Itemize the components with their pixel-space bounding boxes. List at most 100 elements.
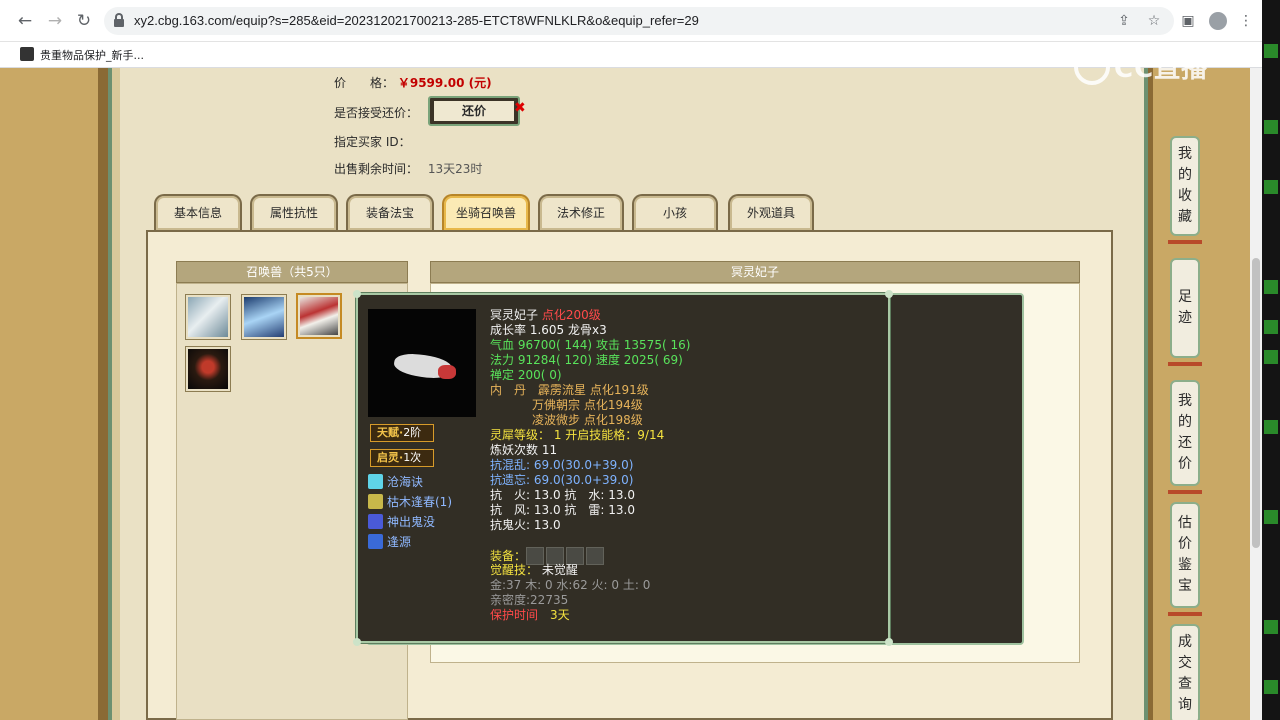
price-row: 价 格： ￥9599.00 (元)	[334, 74, 492, 91]
tab-mounts-pets[interactable]: 坐骑召唤兽	[442, 194, 530, 230]
side-appraise[interactable]: 估价鉴宝	[1170, 502, 1200, 608]
adjacent-window-strip	[1262, 0, 1280, 720]
intimacy-row: 亲密度:22735	[490, 593, 569, 607]
star-icon[interactable]: ☆	[1144, 11, 1164, 31]
pet-thumb-selected[interactable]	[296, 293, 342, 339]
focus-row: 禅定 200( 0)	[490, 368, 562, 382]
refine-row: 炼妖次数 11	[490, 443, 558, 457]
address-bar[interactable]: xy2.cbg.163.com/equip?s=285&eid=20231202…	[104, 7, 1174, 35]
detail-header: 冥灵妃子	[430, 261, 1080, 283]
reload-icon[interactable]: ↻	[73, 10, 95, 32]
counter-offer-button-label: 还价	[434, 101, 514, 121]
skill-item[interactable]: 枯木逢春(1)	[368, 493, 452, 510]
pet-thumb[interactable]	[241, 294, 287, 340]
scrollbar[interactable]	[1250, 68, 1262, 720]
dan-row-1: 内 丹 霹雳流星 点化191级	[490, 383, 649, 397]
side-favorites[interactable]: 我的收藏	[1170, 136, 1200, 236]
close-icon[interactable]: ✖	[514, 100, 526, 116]
equip-slot[interactable]	[586, 547, 605, 565]
awaken-badge: 启灵·1次	[370, 449, 434, 467]
time-value: 13天23时	[427, 162, 483, 176]
buyer-id-label: 指定买家 ID：	[334, 135, 411, 149]
side-deal-query[interactable]: 成交查询	[1170, 624, 1200, 720]
side-history[interactable]: 足迹	[1170, 258, 1200, 358]
edge-tile	[1264, 620, 1278, 634]
side-divider	[1168, 490, 1202, 494]
bookmark-item[interactable]: 贵重物品保护_新手...	[40, 47, 144, 63]
growth-row: 成长率 1.605 龙骨x3	[490, 323, 607, 337]
pet-portrait	[368, 309, 476, 417]
skill-item[interactable]: 沧海诀	[368, 473, 423, 490]
skill-source-icon	[368, 534, 383, 549]
tab-basic-info[interactable]: 基本信息	[154, 194, 242, 230]
edge-tile	[1264, 44, 1278, 58]
time-label: 出售剩余时间：	[334, 162, 419, 176]
price-label: 价 格：	[334, 76, 395, 90]
edge-tile	[1264, 680, 1278, 694]
counter-offer-button[interactable]: 还价	[428, 96, 520, 126]
sidepanel-icon[interactable]: ▣	[1178, 11, 1198, 31]
hp-atk-row: 气血 96700( 144) 攻击 13575( 16)	[490, 338, 691, 352]
bookmarks-bar: 贵重物品保护_新手...	[0, 42, 1262, 68]
mp-spd-row: 法力 91284( 120) 速度 2025( 69)	[490, 353, 683, 367]
bookmark-favicon-icon	[20, 47, 34, 61]
share-icon[interactable]: ⇪	[1114, 11, 1134, 31]
edge-tile	[1264, 320, 1278, 334]
resist-row-3: 抗 火: 13.0 抗 水: 13.0	[490, 488, 635, 502]
skill-tree-icon	[368, 494, 383, 509]
protect-row: 保护时间 3天	[490, 608, 570, 622]
pet-name-row: 冥灵妃子 点化200级	[490, 308, 601, 322]
side-divider	[1168, 612, 1202, 616]
side-divider	[1168, 362, 1202, 366]
resist-row-2: 抗遗忘: 69.0(30.0+39.0)	[490, 473, 634, 487]
tab-child[interactable]: 小孩	[632, 194, 718, 230]
skill-ghost-icon	[368, 514, 383, 529]
pet-tooltip: 天赋·2阶 启灵·1次 沧海诀 枯木逢春(1) 神出鬼没 逢源 冥灵妃子 点化2…	[353, 290, 893, 646]
pet-thumb[interactable]	[185, 294, 231, 340]
edge-tile	[1264, 420, 1278, 434]
watermark-logo-icon	[1074, 49, 1110, 85]
lock-icon	[114, 13, 124, 27]
side-my-offers[interactable]: 我的还价	[1170, 380, 1200, 486]
edge-tile	[1264, 180, 1278, 194]
edge-tile	[1264, 120, 1278, 134]
tooltip-corner	[885, 638, 893, 646]
price-value: ￥9599.00 (元)	[397, 76, 492, 90]
talent-badge: 天赋·2阶	[370, 424, 434, 442]
forward-icon[interactable]: →	[44, 10, 66, 32]
tab-attributes[interactable]: 属性抗性	[250, 194, 338, 230]
side-divider	[1168, 240, 1202, 244]
edge-tile	[1264, 510, 1278, 524]
url-text[interactable]: xy2.cbg.163.com/equip?s=285&eid=20231202…	[134, 13, 699, 28]
tab-spell-correction[interactable]: 法术修正	[538, 194, 624, 230]
pet-thumb[interactable]	[185, 346, 231, 392]
dan-row-3: 凌波微步 点化198级	[532, 413, 643, 427]
edge-tile	[1264, 350, 1278, 364]
profile-icon[interactable]	[1208, 11, 1228, 31]
tooltip-corner	[885, 290, 893, 298]
counter-offer-label: 是否接受还价：	[334, 106, 419, 120]
tab-equipment[interactable]: 装备法宝	[346, 194, 434, 230]
resist-row-4: 抗 风: 13.0 抗 雷: 13.0	[490, 503, 635, 517]
elements-row: 金:37 木: 0 水:62 火: 0 土: 0	[490, 578, 651, 592]
skill-item[interactable]: 神出鬼没	[368, 513, 435, 530]
awaken-row: 觉醒技： 未觉醒	[490, 563, 578, 577]
stream-watermark: CC直播	[1074, 48, 1208, 85]
edge-tile	[1264, 280, 1278, 294]
menu-icon[interactable]: ⋮	[1236, 11, 1256, 31]
browser-toolbar: ← → ↻ xy2.cbg.163.com/equip?s=285&eid=20…	[0, 0, 1262, 42]
tooltip-corner	[353, 638, 361, 646]
dan-row-2: 万佛朝宗 点化194级	[532, 398, 643, 412]
page: 价 格： ￥9599.00 (元) 是否接受还价： 还价 ✖ 指定买家 ID： …	[0, 68, 1262, 720]
lingxi-row: 灵犀等级： 1 开启技能格：9/14	[490, 428, 665, 442]
skill-item[interactable]: 逢源	[368, 533, 411, 550]
back-icon[interactable]: ←	[14, 10, 36, 32]
skill-wave-icon	[368, 474, 383, 489]
scroll-thumb[interactable]	[1252, 258, 1260, 548]
pets-header: 召唤兽（共5只）	[176, 261, 408, 283]
resist-row-1: 抗混乱: 69.0(30.0+39.0)	[490, 458, 634, 472]
tab-appearance[interactable]: 外观道具	[728, 194, 814, 230]
resist-row-5: 抗鬼火: 13.0	[490, 518, 561, 532]
time-row: 出售剩余时间： 13天23时	[334, 160, 482, 177]
tooltip-corner	[353, 290, 361, 298]
